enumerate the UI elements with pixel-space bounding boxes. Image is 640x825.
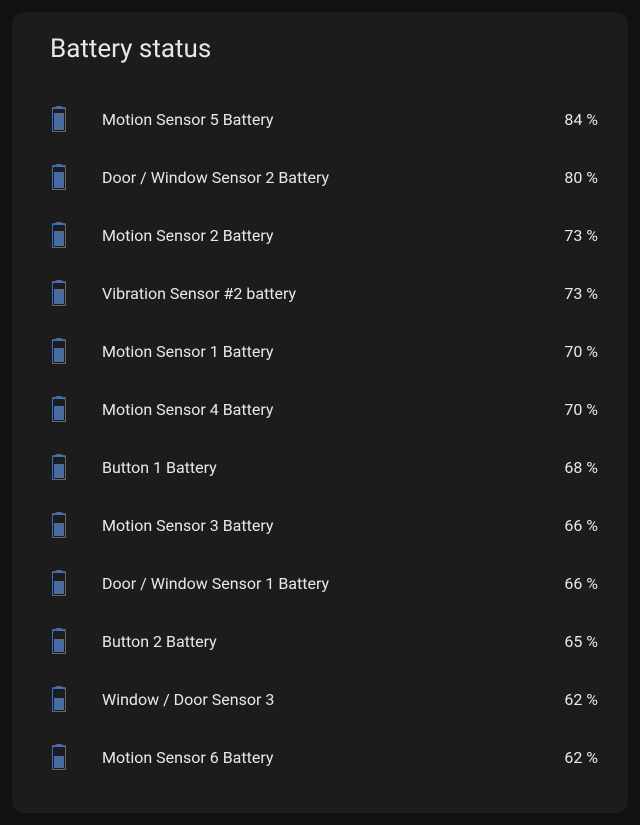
sensor-row[interactable]: Door / Window Sensor 2 Battery80 % xyxy=(36,148,604,206)
sensor-row[interactable]: Button 1 Battery68 % xyxy=(36,438,604,496)
sensor-value: 84 % xyxy=(564,110,598,129)
sensor-row[interactable]: Motion Sensor 4 Battery70 % xyxy=(36,380,604,438)
sensor-row[interactable]: Window / Door Sensor 362 % xyxy=(36,670,604,728)
sensor-row[interactable]: Button 2 Battery65 % xyxy=(36,612,604,670)
sensor-row[interactable]: Motion Sensor 3 Battery66 % xyxy=(36,496,604,554)
sensor-value: 62 % xyxy=(564,690,598,709)
sensor-value: 70 % xyxy=(564,342,598,361)
battery-status-card: Battery status Motion Sensor 5 Battery84… xyxy=(12,12,628,813)
sensor-value: 73 % xyxy=(564,226,598,245)
sensor-label: Vibration Sensor #2 battery xyxy=(102,284,564,303)
battery-icon xyxy=(50,570,68,596)
sensor-label: Motion Sensor 3 Battery xyxy=(102,516,564,535)
battery-icon xyxy=(50,628,68,654)
sensor-value: 70 % xyxy=(564,400,598,419)
sensor-row[interactable]: Door / Window Sensor 1 Battery66 % xyxy=(36,554,604,612)
battery-icon xyxy=(50,744,68,770)
sensor-label: Motion Sensor 4 Battery xyxy=(102,400,564,419)
sensor-list: Motion Sensor 5 Battery84 % Door / Windo… xyxy=(36,90,604,786)
sensor-value: 66 % xyxy=(564,574,598,593)
battery-icon xyxy=(50,222,68,248)
battery-icon xyxy=(50,396,68,422)
sensor-label: Motion Sensor 2 Battery xyxy=(102,226,564,245)
sensor-value: 73 % xyxy=(564,284,598,303)
sensor-label: Door / Window Sensor 2 Battery xyxy=(102,168,564,187)
sensor-label: Button 2 Battery xyxy=(102,632,564,651)
battery-icon xyxy=(50,164,68,190)
sensor-value: 68 % xyxy=(564,458,598,477)
battery-icon xyxy=(50,512,68,538)
sensor-label: Button 1 Battery xyxy=(102,458,564,477)
battery-icon xyxy=(50,280,68,306)
sensor-label: Motion Sensor 6 Battery xyxy=(102,748,564,767)
battery-icon xyxy=(50,338,68,364)
sensor-row[interactable]: Motion Sensor 2 Battery73 % xyxy=(36,206,604,264)
sensor-label: Motion Sensor 1 Battery xyxy=(102,342,564,361)
sensor-value: 65 % xyxy=(564,632,598,651)
sensor-label: Door / Window Sensor 1 Battery xyxy=(102,574,564,593)
battery-icon xyxy=(50,686,68,712)
sensor-value: 66 % xyxy=(564,516,598,535)
sensor-value: 62 % xyxy=(564,748,598,767)
sensor-row[interactable]: Motion Sensor 1 Battery70 % xyxy=(36,322,604,380)
sensor-row[interactable]: Motion Sensor 6 Battery62 % xyxy=(36,728,604,786)
sensor-row[interactable]: Motion Sensor 5 Battery84 % xyxy=(36,90,604,148)
card-title: Battery status xyxy=(50,34,604,64)
sensor-label: Window / Door Sensor 3 xyxy=(102,690,564,709)
sensor-row[interactable]: Vibration Sensor #2 battery73 % xyxy=(36,264,604,322)
battery-icon xyxy=(50,106,68,132)
sensor-value: 80 % xyxy=(564,168,598,187)
sensor-label: Motion Sensor 5 Battery xyxy=(102,110,564,129)
battery-icon xyxy=(50,454,68,480)
